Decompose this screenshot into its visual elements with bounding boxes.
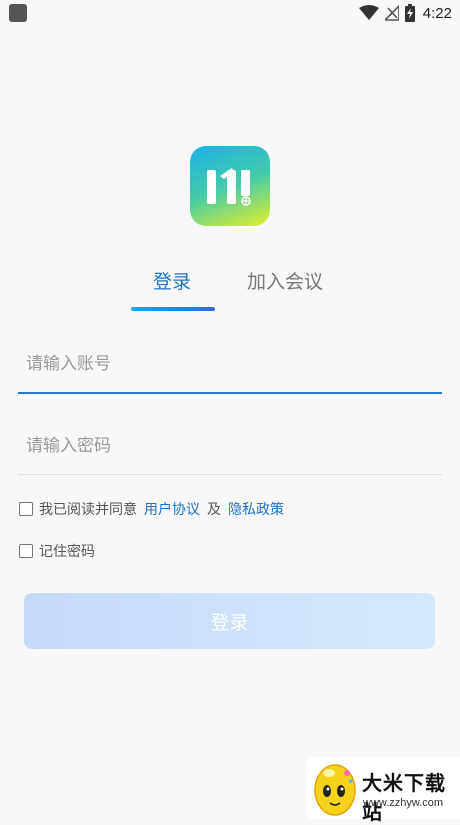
tab-login[interactable]: 登录 xyxy=(153,268,191,296)
wifi-icon xyxy=(358,5,379,20)
battery-charging-icon xyxy=(404,4,415,22)
app-logo-mark xyxy=(207,168,251,206)
remember-password-row: 记住密码 xyxy=(19,540,95,562)
remember-password-label: 记住密码 xyxy=(39,544,95,560)
agreement-row: 我已阅读并同意 用户协议 及 隐私政策 xyxy=(19,498,284,520)
login-button[interactable]: 登录 xyxy=(24,593,435,649)
account-underline xyxy=(18,392,442,394)
account-input[interactable] xyxy=(18,342,442,386)
password-field-wrapper xyxy=(18,424,442,468)
egg-mascot-icon xyxy=(314,764,356,816)
remember-password-checkbox[interactable] xyxy=(19,544,33,558)
account-field-wrapper xyxy=(18,342,442,386)
watermark-url: www.zzhyw.com xyxy=(363,797,444,809)
status-bar: 4:22 xyxy=(0,0,460,28)
app-notification-icon xyxy=(9,4,27,22)
signal-off-icon xyxy=(384,5,399,21)
agreement-prefix-text: 我已阅读并同意 xyxy=(39,502,137,518)
tab-join-meeting[interactable]: 加入会议 xyxy=(247,268,323,296)
and-text: 及 xyxy=(207,502,221,518)
password-input[interactable] xyxy=(18,424,442,468)
privacy-policy-link[interactable]: 隐私政策 xyxy=(228,499,284,519)
user-agreement-link[interactable]: 用户协议 xyxy=(144,499,200,519)
watermark-badge: 大米下载站 www.zzhyw.com xyxy=(306,757,460,824)
watermark-title: 大米下载站 xyxy=(362,771,446,824)
password-underline xyxy=(18,474,442,475)
agreement-checkbox[interactable] xyxy=(19,502,33,516)
tab-active-indicator xyxy=(131,307,215,311)
status-time: 4:22 xyxy=(422,4,452,22)
app-logo xyxy=(190,146,270,226)
status-icons: 4:22 xyxy=(358,0,452,26)
